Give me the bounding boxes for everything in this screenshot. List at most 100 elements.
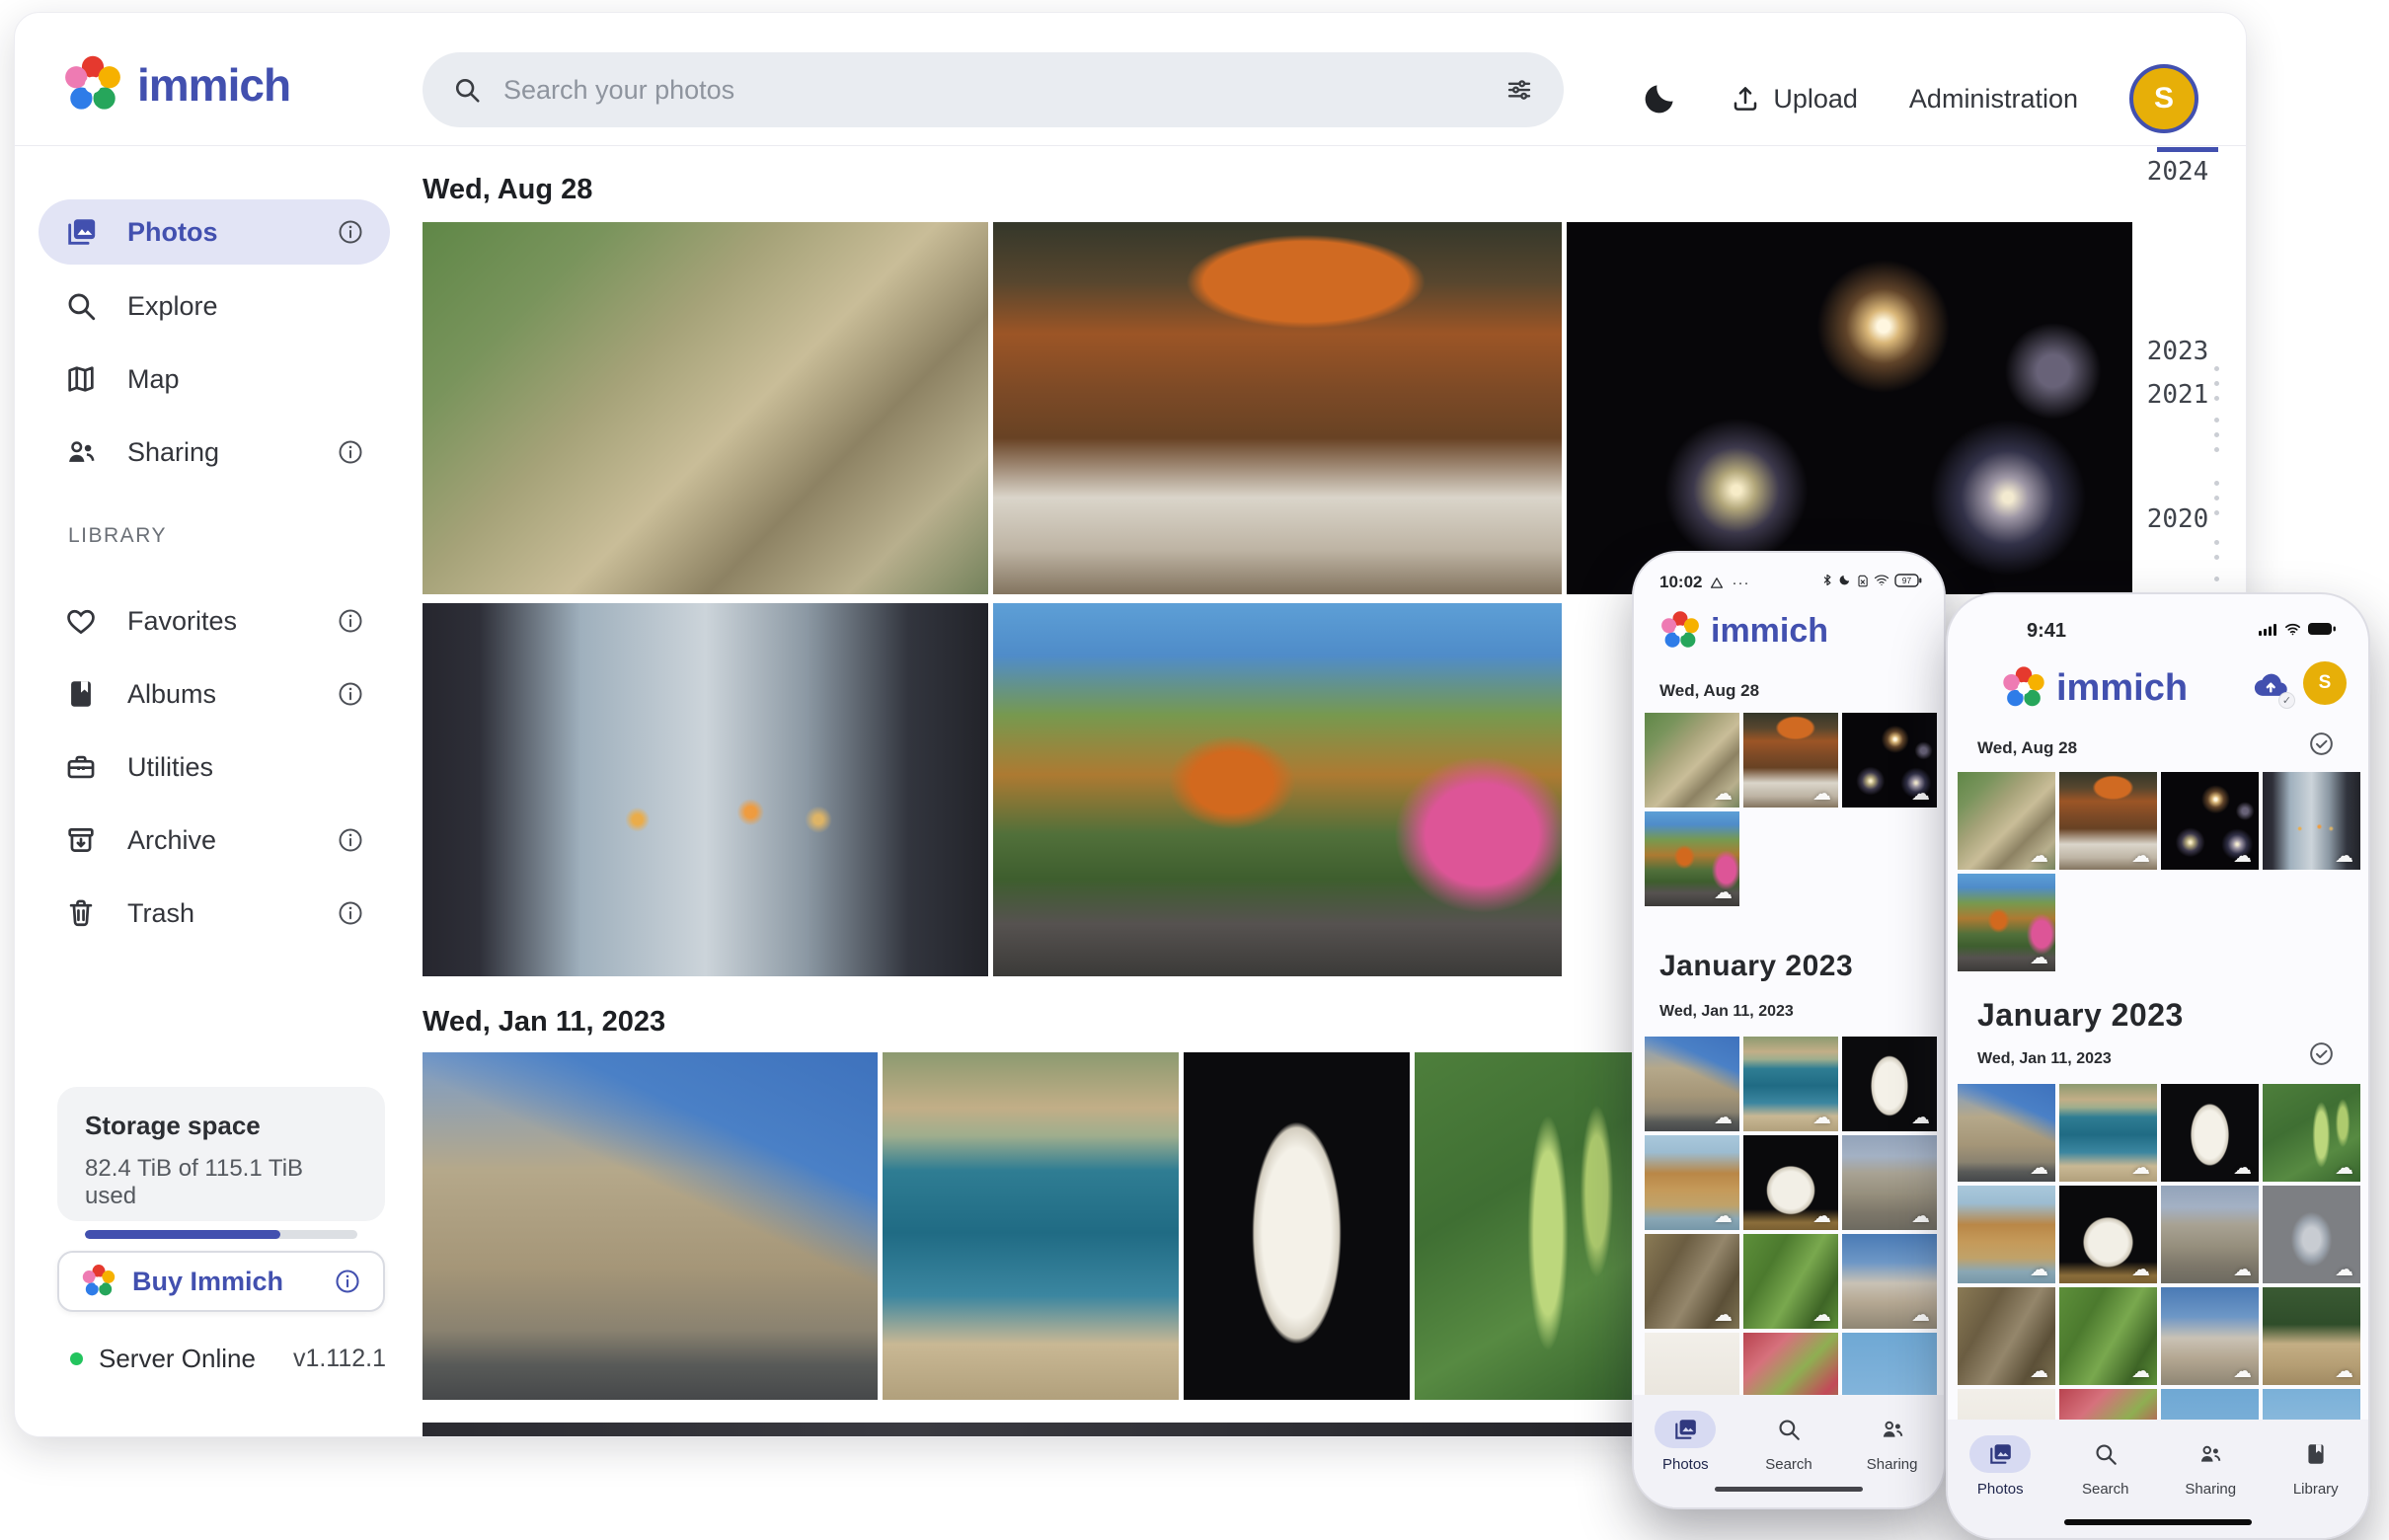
search-input[interactable] [503, 75, 1483, 106]
photo-dinner-table[interactable] [993, 222, 1562, 594]
upload-button[interactable]: Upload [1730, 83, 1858, 115]
cellular-signal-icon [2259, 623, 2278, 636]
sidebar-item-trash[interactable]: Trash [39, 881, 390, 946]
info-icon[interactable] [337, 826, 364, 854]
thumb-ruins[interactable]: ☁ [2161, 1186, 2259, 1283]
sidebar-item-map[interactable]: Map [39, 346, 390, 412]
select-all-check-icon[interactable] [2308, 731, 2335, 757]
timeline-year[interactable]: 2024 [2135, 157, 2220, 187]
thumb-snowy-church[interactable]: ☁ [1842, 1234, 1937, 1329]
sidebar-item-photos[interactable]: Photos [39, 199, 390, 265]
dark-mode-moon-icon[interactable] [1641, 80, 1678, 117]
nav-photos[interactable]: Photos [1969, 1435, 2031, 1498]
cloud-sync-icon: ☁ [1714, 783, 1733, 805]
photo-fireworks[interactable] [1567, 222, 2132, 594]
thumb-fireworks[interactable]: ☁ [2161, 772, 2259, 870]
thumb-fortress[interactable]: ☁ [1645, 1037, 1739, 1131]
home-indicator[interactable] [2064, 1519, 2252, 1525]
select-all-check-icon[interactable] [2308, 1040, 2335, 1067]
user-avatar[interactable]: S [2129, 64, 2198, 133]
thumb-beach-cliff[interactable]: ☁ [1958, 1186, 2055, 1283]
photo-coastal-fort[interactable] [883, 1052, 1179, 1400]
sidebar-item-archive[interactable]: Archive [39, 808, 390, 873]
more-dots-icon: ··· [1732, 575, 1749, 591]
home-indicator[interactable] [1715, 1487, 1863, 1492]
info-icon[interactable] [337, 607, 364, 635]
timeline-year[interactable]: 2023 [2135, 337, 2220, 366]
thumb-garden-path[interactable]: ☁ [1958, 874, 2055, 971]
sidebar-item-explore[interactable]: Explore [39, 273, 390, 339]
thumb-fortress[interactable]: ☁ [1958, 1084, 2055, 1182]
administration-link[interactable]: Administration [1909, 84, 2078, 115]
thumb-lizard-moss[interactable]: ☁ [1743, 1234, 1838, 1329]
info-icon[interactable] [337, 899, 364, 927]
thumb-dinner[interactable]: ☁ [2059, 772, 2157, 870]
nav-search[interactable]: Search [2075, 1435, 2136, 1498]
thumb-fireworks[interactable]: ☁ [1842, 713, 1937, 808]
timeline-year[interactable]: 2020 [2135, 504, 2220, 534]
thumb-lizard[interactable]: ☁ [1958, 1287, 2055, 1385]
thumb-garden-path[interactable]: ☁ [1645, 811, 1739, 906]
sidebar-label: Trash [127, 898, 307, 929]
cloud-sync-icon: ☁ [2335, 1259, 2353, 1280]
nav-sharing[interactable]: Sharing [2180, 1435, 2241, 1498]
thumb-lizard-moss[interactable]: ☁ [2059, 1287, 2157, 1385]
buy-immich-button[interactable]: Buy Immich [57, 1251, 385, 1312]
photo-zoo[interactable] [423, 222, 988, 594]
nav-sharing[interactable]: Sharing [1862, 1411, 1923, 1473]
thumb-sculpture[interactable]: ☁ [1743, 1135, 1838, 1230]
wifi-icon [1874, 574, 1889, 586]
thumb-bust[interactable]: ☁ [2161, 1084, 2259, 1182]
phone2-clock: 9:41 [2027, 620, 2066, 643]
timeline-year[interactable]: 2021 [2135, 380, 2220, 410]
search-filters-icon[interactable] [1504, 75, 1534, 105]
thumb-silver-ornament[interactable]: ☁ [2263, 1186, 2360, 1283]
phone2-date-jan: Wed, Jan 11, 2023 [1977, 1050, 2112, 1068]
sharing-people-icon [1880, 1417, 1905, 1442]
photo-holding-hands[interactable] [423, 603, 988, 976]
nav-label: Photos [1977, 1481, 2024, 1498]
thumb-zoo[interactable]: ☁ [1958, 772, 2055, 870]
thumb-holding-hands[interactable]: ☁ [2263, 772, 2360, 870]
sidebar-item-utilities[interactable]: Utilities [39, 734, 390, 800]
sidebar-item-sharing[interactable]: Sharing [39, 420, 390, 485]
photo-marble-bust[interactable] [1184, 1052, 1410, 1400]
upload-icon [1730, 83, 1761, 115]
info-icon[interactable] [337, 680, 364, 708]
search-icon [1776, 1417, 1802, 1442]
cloud-sync-icon: ☁ [2335, 845, 2353, 867]
nav-library[interactable]: Library [2285, 1435, 2347, 1498]
sidebar-label: Archive [127, 825, 307, 856]
thumb-zoo[interactable]: ☁ [1645, 713, 1739, 808]
info-icon[interactable] [337, 438, 364, 466]
app-logo[interactable]: immich [62, 54, 290, 116]
explore-search-icon [64, 289, 98, 323]
thumb-lizard[interactable]: ☁ [1645, 1234, 1739, 1329]
nav-photos[interactable]: Photos [1655, 1411, 1716, 1473]
thumb-beach-cliff[interactable]: ☁ [1645, 1135, 1739, 1230]
thumb-sculpture[interactable]: ☁ [2059, 1186, 2157, 1283]
cloud-sync-icon: ☁ [1911, 783, 1930, 805]
info-icon[interactable] [334, 1268, 361, 1295]
photo-row [423, 1052, 1637, 1400]
photo-fortress-walls[interactable] [423, 1052, 878, 1400]
thumb-snowy-church[interactable]: ☁ [2161, 1287, 2259, 1385]
sidebar-item-favorites[interactable]: Favorites [39, 588, 390, 654]
thumb-coast[interactable]: ☁ [2059, 1084, 2157, 1182]
user-avatar[interactable]: S [2303, 661, 2347, 705]
photo-green-berries[interactable] [1415, 1052, 1637, 1400]
thumb-green-berries[interactable]: ☁ [2263, 1084, 2360, 1182]
thumb-alpine-farm[interactable]: ☁ [2263, 1287, 2360, 1385]
search-bar[interactable] [423, 52, 1564, 127]
info-icon[interactable] [337, 218, 364, 246]
sidebar-item-albums[interactable]: Albums [39, 661, 390, 727]
thumb-bust[interactable]: ☁ [1842, 1037, 1937, 1131]
nav-search[interactable]: Search [1758, 1411, 1819, 1473]
thumb-ruins[interactable]: ☁ [1842, 1135, 1937, 1230]
thumb-coast[interactable]: ☁ [1743, 1037, 1838, 1131]
thumb-dinner[interactable]: ☁ [1743, 713, 1838, 808]
cloud-backup-icon[interactable]: ✓ [2250, 665, 2289, 705]
photo-garden-path[interactable] [993, 603, 1562, 976]
cloud-sync-icon: ☁ [1714, 1107, 1733, 1128]
cloud-sync-icon: ☁ [1714, 1304, 1733, 1326]
